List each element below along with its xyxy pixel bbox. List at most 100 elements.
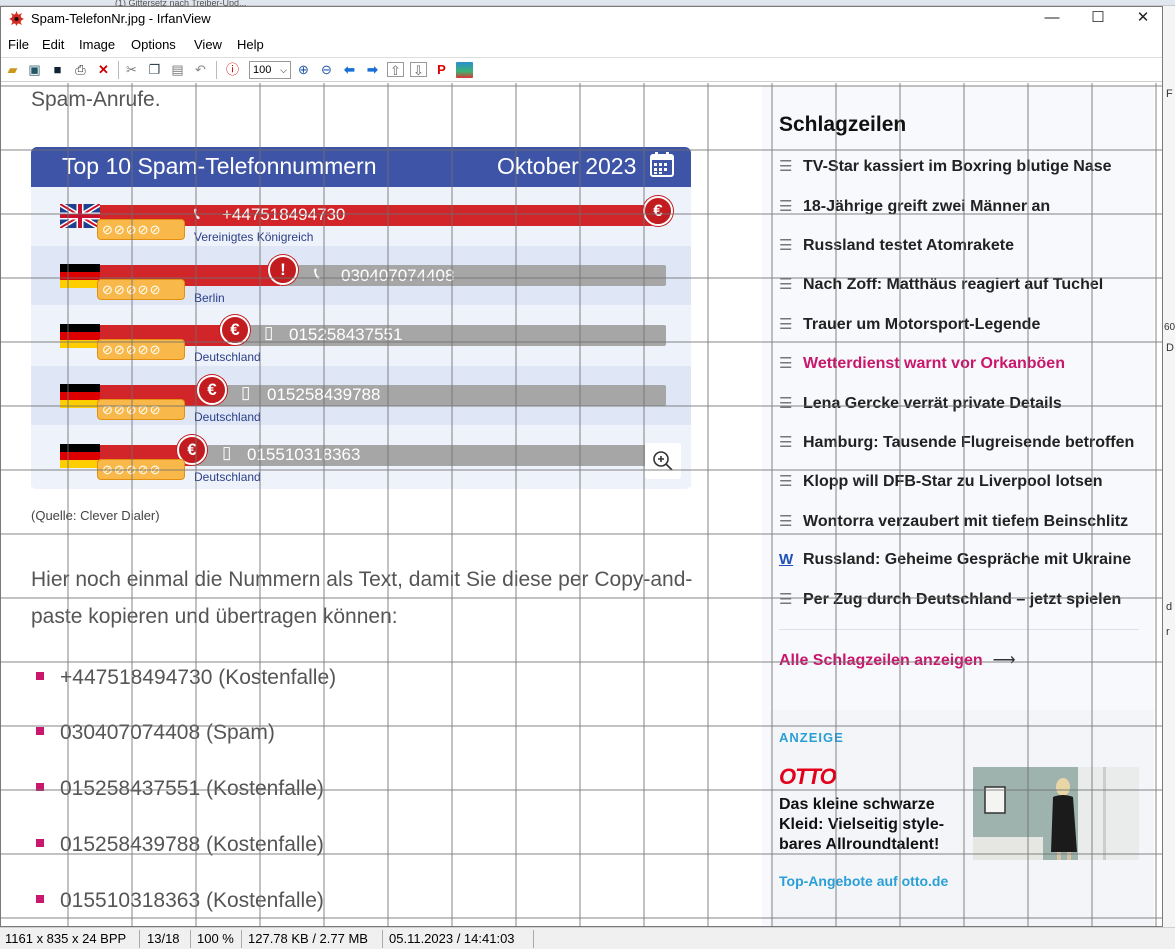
thumbnails-icon[interactable]: ▣ — [26, 62, 43, 78]
article-icon: ☰ — [779, 276, 793, 293]
phone-number: 015510318363 — [247, 445, 361, 464]
menu-image[interactable]: Image — [79, 37, 115, 52]
status-separator — [533, 930, 534, 948]
headline-item: ☰ Hamburg: Tausende Flugreisende betroffe… — [779, 434, 1135, 451]
menu-options[interactable]: Options — [131, 37, 176, 52]
menu-file[interactable]: File — [8, 37, 29, 52]
headline-item: ☰ Nach Zoff: Matthäus reagiert auf Tuchel — [779, 276, 1104, 293]
all-headlines-link: Alle Schlagzeilen anzeigen ⟶ — [779, 652, 1016, 669]
ad-label: ANZEIGE — [779, 730, 844, 745]
menu-view[interactable]: View — [194, 37, 222, 52]
arrow-right-icon: ⟶ — [992, 652, 1016, 669]
cut-icon[interactable]: ✂ — [123, 62, 140, 78]
edge-char: r — [1166, 626, 1170, 638]
status-dimensions: 1161 x 835 x 24 BPP — [5, 931, 127, 946]
sidebar-title: Schlagzeilen — [779, 113, 907, 136]
phone-icon: 📞︎ — [314, 264, 320, 283]
euro-cost-icon: € — [643, 196, 673, 226]
maximize-button[interactable]: ☐ — [1075, 7, 1121, 31]
toolbar: ▰ ▣ ■ ⎙ ✕ ✂ ❐ ▤ ↶ ⓘ ⊕ ⊖ ⬅ ➡ ⇧ ⇩ P — [1, 57, 1162, 82]
article-paragraph: Hier noch einmal die Nummern als Text, d… — [31, 568, 693, 628]
headline-item: ☰ Per Zug durch Deutschland – jetzt spiel… — [779, 591, 1122, 608]
country-label: Deutschland — [194, 470, 261, 484]
phone-icon: 📞︎ — [194, 204, 200, 223]
open-icon[interactable]: ▰ — [4, 62, 21, 78]
rating-coins: ⊘⊘⊘⊘⊘ — [97, 459, 185, 480]
close-button[interactable]: ✕ — [1120, 7, 1166, 31]
list-item: 015510318363 (Kostenfalle) — [36, 889, 324, 913]
article-icon: ☰ — [779, 198, 793, 215]
status-index: 13/18 — [147, 931, 180, 946]
headline-item: W Russland: Geheime Gespräche mit Ukraine — [779, 551, 1132, 568]
euro-cost-icon: € — [220, 315, 250, 345]
irfanview-app-icon — [9, 11, 24, 26]
previous-icon[interactable]: ⬅ — [341, 62, 358, 78]
rating-coins: ⊘⊘⊘⊘⊘ — [97, 339, 185, 360]
rating-coins: ⊘⊘⊘⊘⊘ — [97, 399, 185, 420]
first-icon[interactable]: ⇧ — [387, 62, 404, 78]
article-icon: ☰ — [779, 316, 793, 333]
article-icon: ☰ — [779, 237, 793, 254]
number-bar — [280, 265, 666, 286]
menu-help[interactable]: Help — [237, 37, 264, 52]
zoom-in-icon[interactable]: ⊕ — [295, 62, 312, 78]
phone-number: +447518494730 — [222, 205, 346, 224]
edge-char: D — [1166, 342, 1174, 354]
phone-number: 030407074408 — [341, 266, 455, 285]
info-icon[interactable]: ⓘ — [224, 62, 241, 78]
headline-item: ☰ Klopp will DFB-Star zu Liverpool lotsen — [779, 473, 1103, 490]
divider — [779, 629, 1139, 630]
article-icon: ☰ — [779, 434, 793, 451]
warning-icon: ! — [268, 255, 298, 285]
image-settings-icon[interactable] — [456, 62, 473, 78]
article-icon: ☰ — [779, 355, 793, 372]
uk-flag-icon — [60, 204, 100, 228]
copy-icon[interactable]: ❐ — [146, 62, 163, 78]
toolbar-separator — [216, 61, 217, 79]
article-icon: ☰ — [779, 395, 793, 412]
paypal-icon[interactable]: P — [433, 62, 450, 78]
next-icon[interactable]: ➡ — [364, 62, 381, 78]
zoom-dropdown-value: 100 — [253, 64, 272, 76]
headline-item: ☰ TV-Star kassiert im Boxring blutige Nas… — [779, 158, 1112, 175]
list-item: +447518494730 (Kostenfalle) — [36, 666, 336, 690]
delete-icon[interactable]: ✕ — [95, 62, 112, 78]
paste-icon[interactable]: ▤ — [169, 62, 186, 78]
edge-char: F — [1166, 88, 1173, 100]
undo-icon[interactable]: ↶ — [192, 62, 209, 78]
article-icon: ☰ — [779, 513, 793, 530]
headline-item: ☰ Wontorra verzaubert mit tiefem Beinschl… — [779, 513, 1129, 530]
w-plus-icon: W — [779, 551, 794, 568]
last-icon[interactable]: ⇩ — [410, 62, 427, 78]
edge-char: d — [1166, 601, 1173, 613]
mobile-icon: ▯ — [264, 323, 274, 342]
zoom-out-icon[interactable]: ⊖ — [318, 62, 335, 78]
menu-edit[interactable]: Edit — [42, 37, 64, 52]
status-datetime: 05.11.2023 / 14:41:03 — [389, 931, 515, 946]
headline-item: ☰ Lena Gercke verrät private Details — [779, 395, 1062, 412]
headline-item: ☰ Wetterdienst warnt vor Orkanböen — [779, 355, 1065, 372]
rating-coins: ⊘⊘⊘⊘⊘ — [97, 279, 185, 300]
chevron-down-icon: ⌵ — [280, 65, 287, 75]
rating-coins: ⊘⊘⊘⊘⊘ — [97, 219, 185, 240]
country-label: Vereinigtes Königreich — [194, 230, 314, 244]
status-separator — [382, 930, 383, 948]
status-zoom: 100 % — [197, 931, 234, 946]
window-title: Spam-TelefonNr.jpg - IrfanView — [31, 11, 211, 26]
phone-number: 015258437551 — [289, 325, 403, 344]
infographic-title: Top 10 Spam-Telefonnummern — [62, 153, 377, 179]
mobile-icon: ▯ — [222, 443, 232, 462]
status-bar: 1161 x 835 x 24 BPP 13/18 100 % 127.78 K… — [0, 927, 1175, 949]
phone-number: 015258439788 — [267, 385, 381, 404]
country-label: Berlin — [194, 291, 225, 305]
euro-cost-icon: € — [197, 375, 227, 405]
save-icon[interactable]: ■ — [49, 62, 66, 78]
minimize-button[interactable]: — — [1029, 7, 1075, 31]
lead-text: Spam-Anrufe. — [31, 88, 161, 111]
otto-logo: OTTO — [779, 764, 837, 789]
zoom-dropdown[interactable]: 100 ⌵ — [249, 61, 291, 79]
magnify-icon[interactable] — [645, 443, 681, 479]
list-item: 015258439788 (Kostenfalle) — [36, 833, 324, 857]
print-icon[interactable]: ⎙ — [72, 62, 89, 78]
edge-char: 60 — [1164, 322, 1175, 333]
